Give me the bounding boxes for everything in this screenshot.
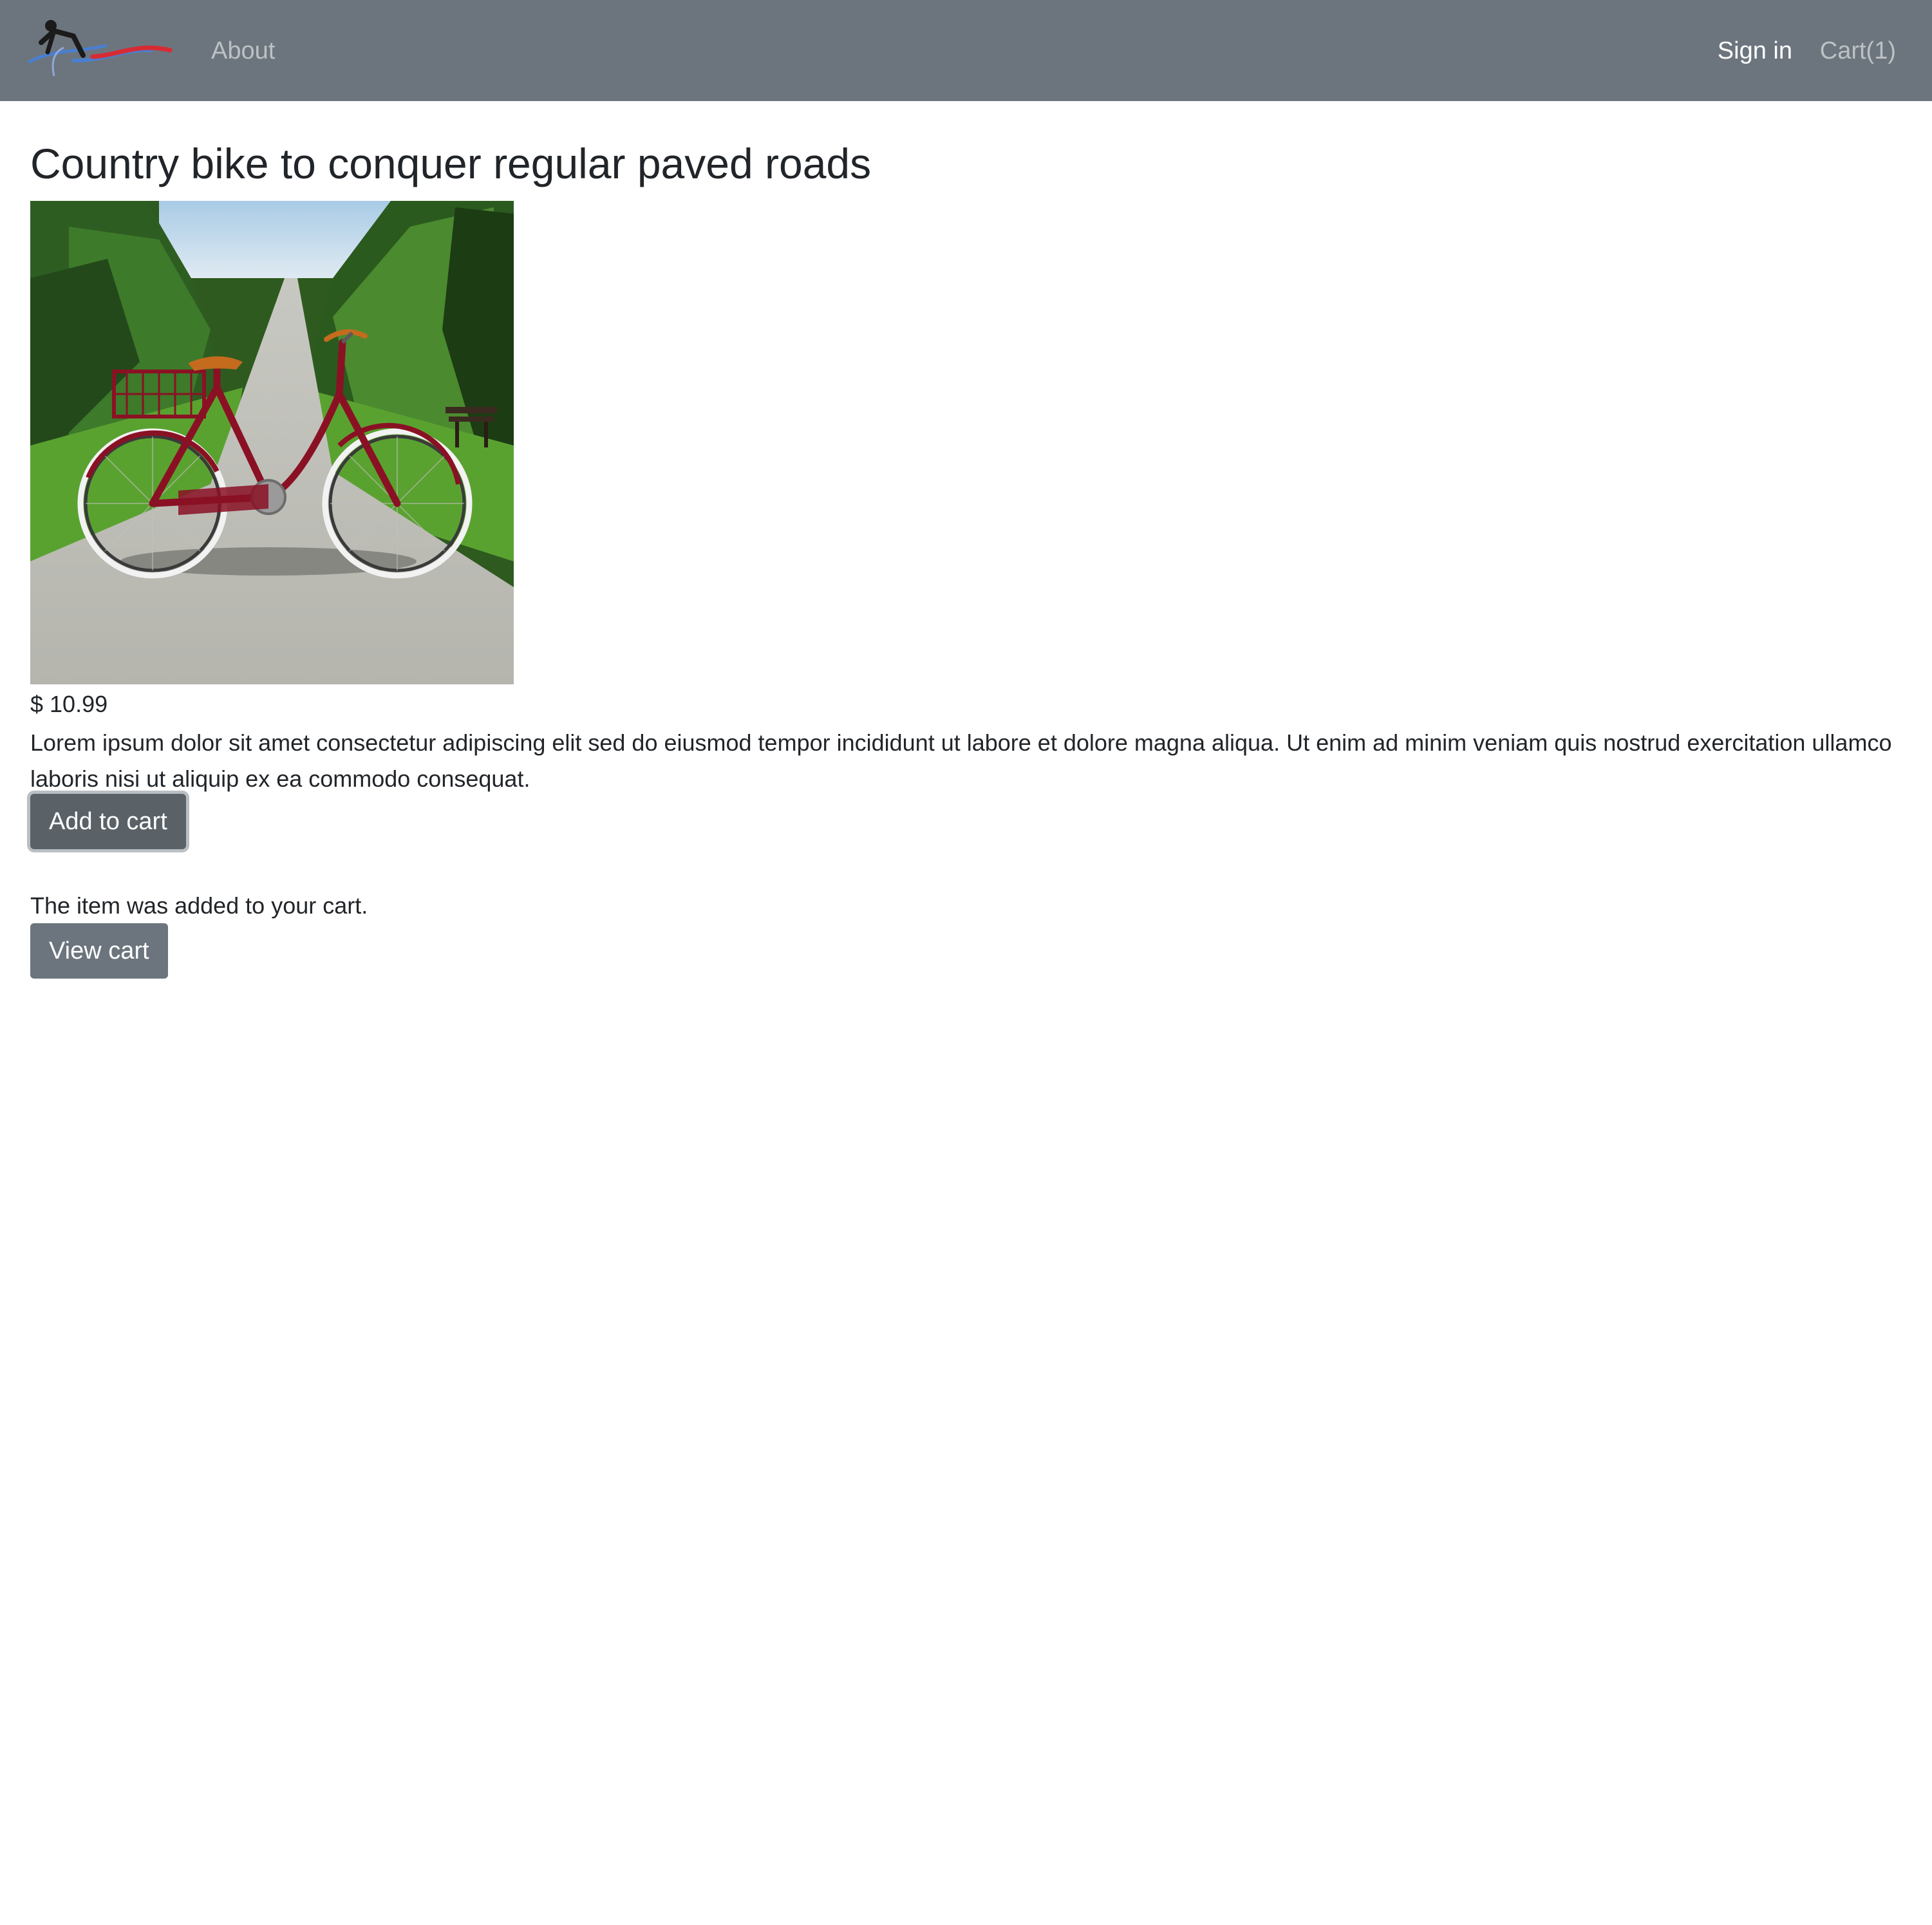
nav-about-link[interactable]: About — [211, 36, 275, 66]
add-to-cart-button[interactable]: Add to cart — [30, 794, 186, 849]
top-navbar: About Sign in Cart(1) — [0, 0, 1932, 101]
cyclist-logo-icon — [28, 20, 173, 77]
view-cart-button[interactable]: View cart — [30, 923, 168, 979]
product-title: Country bike to conquer regular paved ro… — [30, 140, 872, 187]
cart-added-message: The item was added to your cart. — [30, 892, 368, 919]
bike-photo-image — [30, 201, 514, 684]
nav-signin-link[interactable]: Sign in — [1718, 36, 1792, 66]
product-image — [30, 201, 514, 684]
nav-cart-link[interactable]: Cart(1) — [1820, 36, 1896, 66]
product-description: Lorem ipsum dolor sit amet consectetur a… — [30, 729, 1892, 792]
product-price: $ 10.99 — [30, 691, 108, 717]
brand-logo[interactable] — [28, 17, 174, 81]
